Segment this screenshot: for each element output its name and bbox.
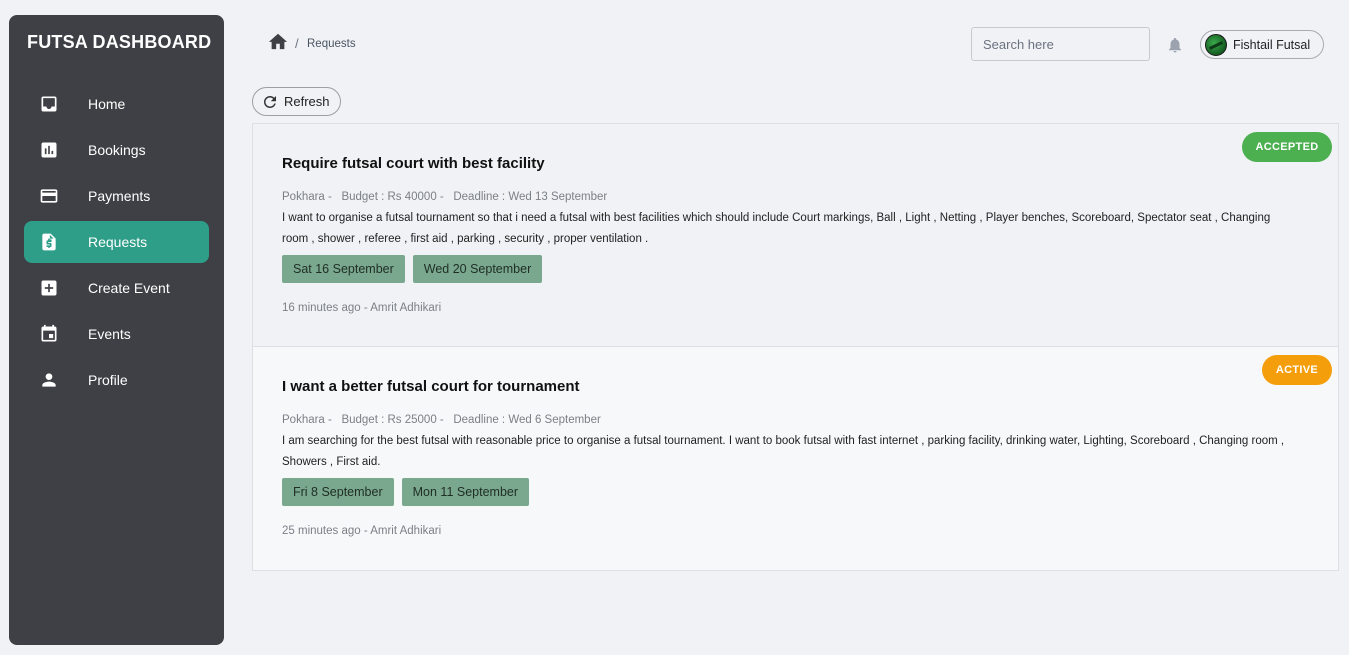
person-icon — [39, 370, 59, 390]
request-meta: Pokhara - Budget : Rs 25000 - Deadline :… — [282, 414, 601, 426]
sidebar-item-create-event[interactable]: Create Event — [24, 267, 209, 309]
home-icon[interactable] — [267, 31, 289, 51]
refresh-button[interactable]: Refresh — [252, 87, 341, 116]
notification-bell-icon[interactable] — [1166, 35, 1184, 55]
sidebar-item-label: Requests — [88, 234, 148, 250]
request-deadline: Deadline : Wed 6 September — [453, 414, 601, 426]
request-description: I am searching for the best futsal with … — [282, 435, 1285, 468]
request-footer: 25 minutes ago - Amrit Adhikari — [282, 525, 442, 537]
date-chip: Wed 20 September — [412, 255, 543, 283]
request-footer: 16 minutes ago - Amrit Adhikari — [282, 302, 442, 314]
inbox-icon — [39, 94, 59, 114]
request-budget: Budget : Rs 25000 - — [341, 414, 444, 426]
date-chip: Fri 8 September — [282, 478, 394, 506]
brand-title: FUTSA DASHBOARD — [27, 32, 212, 52]
search-input[interactable] — [971, 27, 1150, 61]
sidebar-item-label: Events — [88, 326, 131, 342]
sidebar-item-payments[interactable]: Payments — [24, 175, 209, 217]
sidebar-item-label: Home — [88, 96, 126, 112]
request-budget: Budget : Rs 40000 - — [341, 191, 444, 203]
status-badge: ACTIVE — [1262, 355, 1332, 385]
sidebar-item-home[interactable]: Home — [24, 83, 209, 125]
request-location: Pokhara - — [282, 191, 332, 203]
sidebar-item-requests[interactable]: Requests — [24, 221, 209, 263]
request-card[interactable]: ACTIVE I want a better futsal court for … — [253, 347, 1338, 570]
profile-name: Fishtail Futsal — [1233, 37, 1311, 52]
request-title: I want a better futsal court for tournam… — [282, 378, 580, 395]
request-description: I want to organise a futsal tournament s… — [282, 212, 1271, 245]
credit-card-icon — [39, 186, 59, 206]
calendar-icon — [39, 324, 59, 344]
sidebar-item-events[interactable]: Events — [24, 313, 209, 355]
date-chip: Sat 16 September — [282, 255, 405, 283]
sidebar-item-bookings[interactable]: Bookings — [24, 129, 209, 171]
request-meta: Pokhara - Budget : Rs 40000 - Deadline :… — [282, 191, 607, 203]
bar-chart-icon — [39, 140, 59, 160]
sidebar-item-label: Payments — [88, 188, 151, 204]
requests-list: ACCEPTED Require futsal court with best … — [252, 123, 1339, 571]
add-box-icon — [39, 278, 59, 298]
request-location: Pokhara - — [282, 414, 332, 426]
request-dates: Fri 8 September Mon 11 September — [282, 478, 530, 506]
profile-menu-button[interactable]: Fishtail Futsal — [1200, 30, 1324, 59]
money-document-icon — [39, 232, 59, 252]
sidebar-item-label: Profile — [88, 372, 128, 388]
request-card[interactable]: ACCEPTED Require futsal court with best … — [253, 124, 1338, 347]
sidebar-item-label: Create Event — [88, 280, 170, 296]
sidebar-item-profile[interactable]: Profile — [24, 359, 209, 401]
breadcrumb-separator: / — [295, 36, 299, 51]
date-chip: Mon 11 September — [401, 478, 530, 506]
avatar — [1205, 33, 1227, 56]
request-dates: Sat 16 September Wed 20 September — [282, 255, 543, 283]
breadcrumb-current: Requests — [307, 38, 356, 50]
request-title: Require futsal court with best facility — [282, 155, 545, 172]
sidebar-nav: Home Bookings Payments Requests Create E… — [24, 83, 209, 405]
refresh-label: Refresh — [284, 94, 330, 109]
sidebar-item-label: Bookings — [88, 142, 146, 158]
refresh-icon — [264, 95, 276, 108]
status-badge: ACCEPTED — [1242, 132, 1332, 162]
sidebar: FUTSA DASHBOARD Home Bookings Payments R… — [9, 15, 224, 645]
request-deadline: Deadline : Wed 13 September — [453, 191, 608, 203]
